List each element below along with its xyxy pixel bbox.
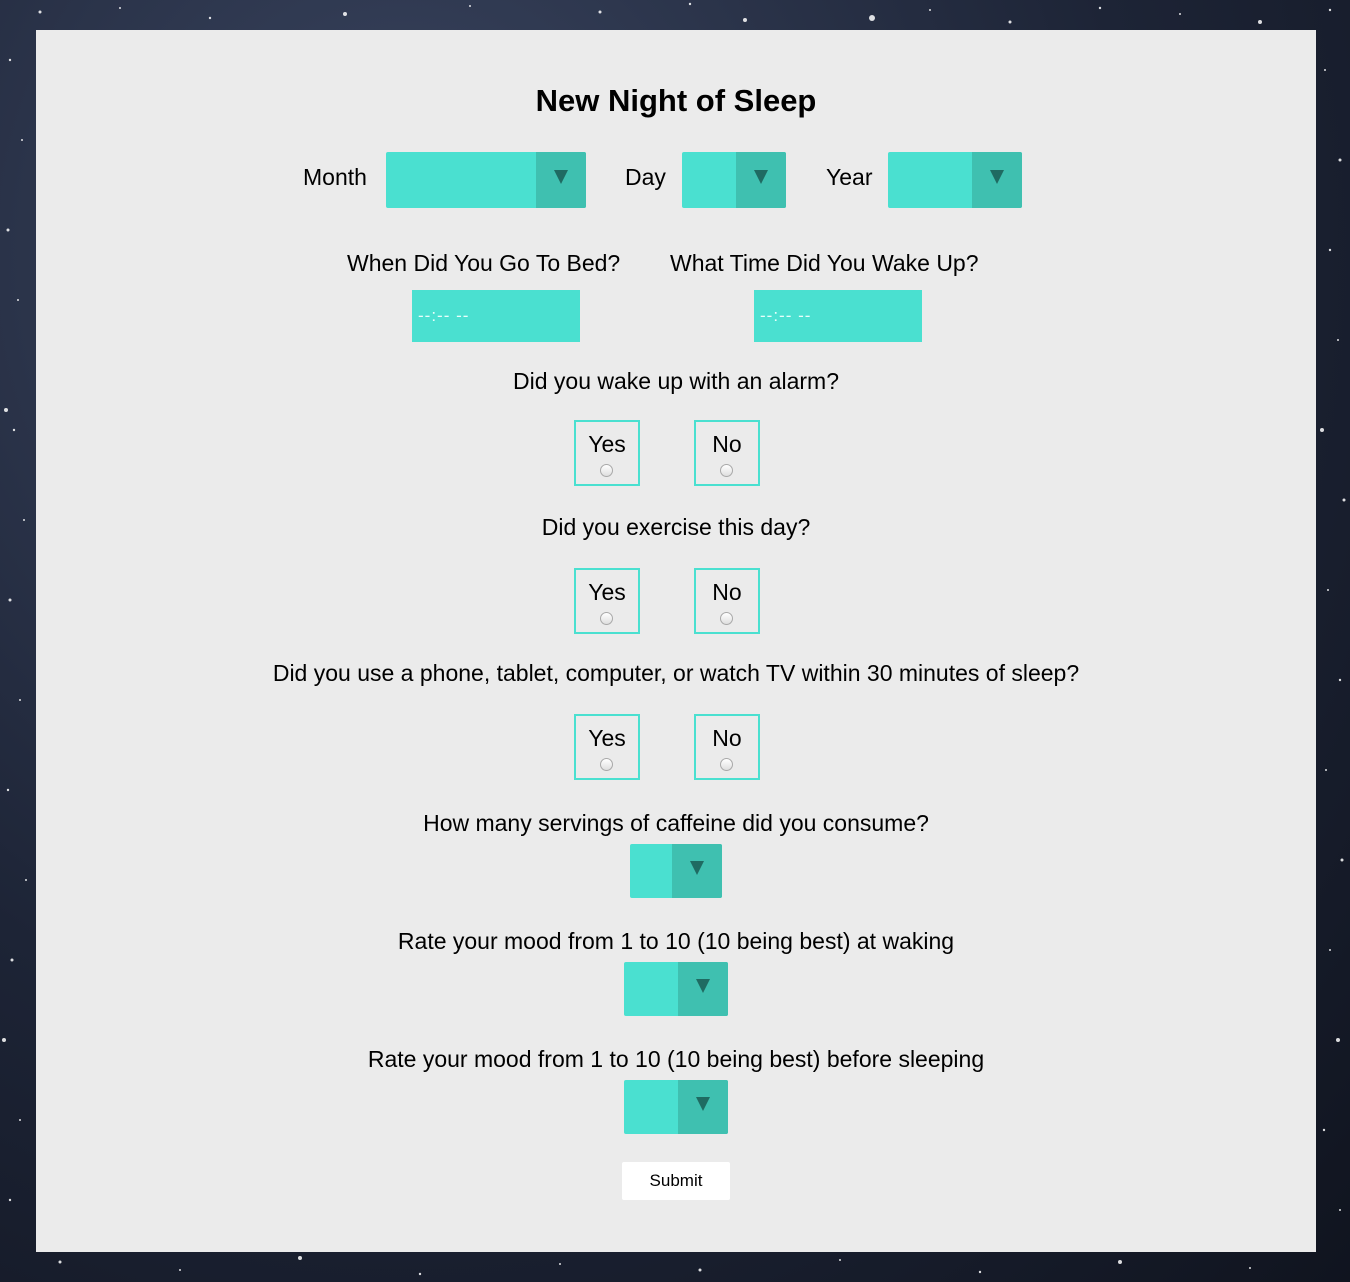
exercise-no-option[interactable]: No [694, 568, 760, 634]
mood-sleeping-select[interactable] [624, 1080, 728, 1134]
alarm-no-label: No [712, 431, 742, 457]
mood-waking-question: Rate your mood from 1 to 10 (10 being be… [397, 928, 955, 954]
alarm-question: Did you wake up with an alarm? [513, 368, 839, 394]
month-select[interactable] [386, 152, 586, 208]
mood-sleeping-dropdown-toggle[interactable] [678, 1080, 728, 1134]
radio-icon[interactable] [720, 612, 733, 625]
caffeine-dropdown-toggle[interactable] [672, 844, 722, 898]
alarm-no-option[interactable]: No [694, 420, 760, 486]
chevron-down-icon [690, 861, 704, 875]
year-dropdown-toggle[interactable] [972, 152, 1022, 208]
year-label: Year [826, 164, 873, 190]
screens-yes-label: Yes [588, 725, 626, 751]
exercise-no-label: No [712, 579, 742, 605]
page-title: New Night of Sleep [535, 83, 817, 118]
month-label: Month [303, 164, 367, 190]
bed-time-label: When Did You Go To Bed? [347, 250, 621, 276]
month-dropdown-toggle[interactable] [536, 152, 586, 208]
radio-icon[interactable] [720, 758, 733, 771]
alarm-yes-label: Yes [588, 431, 626, 457]
mood-waking-select[interactable] [624, 962, 728, 1016]
day-select[interactable] [682, 152, 786, 208]
wake-time-input[interactable]: --:-- -- [754, 290, 922, 342]
exercise-yes-label: Yes [588, 579, 626, 605]
sleep-form-panel: New Night of Sleep Month Day Year When D… [36, 30, 1316, 1252]
screens-yes-option[interactable]: Yes [574, 714, 640, 780]
radio-icon[interactable] [600, 464, 613, 477]
submit-button[interactable]: Submit [622, 1162, 730, 1200]
exercise-question: Did you exercise this day? [541, 514, 811, 540]
chevron-down-icon [696, 1097, 710, 1111]
chevron-down-icon [754, 170, 768, 184]
year-select[interactable] [888, 152, 1022, 208]
radio-icon[interactable] [600, 758, 613, 771]
exercise-yes-option[interactable]: Yes [574, 568, 640, 634]
radio-icon[interactable] [600, 612, 613, 625]
screens-question: Did you use a phone, tablet, computer, o… [272, 660, 1080, 686]
radio-icon[interactable] [720, 464, 733, 477]
day-label: Day [625, 164, 666, 190]
wake-time-label: What Time Did You Wake Up? [670, 250, 979, 276]
bed-time-input[interactable]: --:-- -- [412, 290, 580, 342]
screens-no-option[interactable]: No [694, 714, 760, 780]
chevron-down-icon [696, 979, 710, 993]
alarm-yes-option[interactable]: Yes [574, 420, 640, 486]
screens-no-label: No [712, 725, 742, 751]
chevron-down-icon [990, 170, 1004, 184]
caffeine-question: How many servings of caffeine did you co… [423, 810, 929, 836]
mood-sleeping-question: Rate your mood from 1 to 10 (10 being be… [367, 1046, 985, 1072]
caffeine-select[interactable] [630, 844, 722, 898]
chevron-down-icon [554, 170, 568, 184]
day-dropdown-toggle[interactable] [736, 152, 786, 208]
mood-waking-dropdown-toggle[interactable] [678, 962, 728, 1016]
